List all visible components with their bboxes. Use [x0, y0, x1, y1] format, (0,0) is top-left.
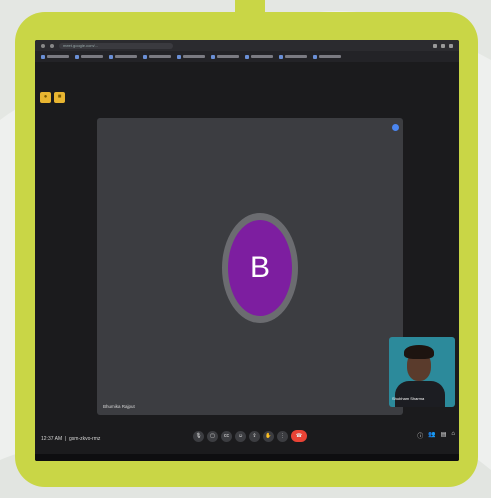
bookmark-item[interactable]: [279, 54, 307, 59]
frame-notch: [235, 0, 265, 14]
bookmark-icon: [279, 54, 283, 59]
participant-name: Bhumika Rajput: [103, 404, 135, 409]
info-icon[interactable]: ⓘ: [417, 431, 423, 440]
call-controls: 🎙 ▢ cc ☺ ⇪ ✋ ⋮ ☎: [193, 430, 307, 442]
activities-icon[interactable]: ⌂: [451, 431, 455, 440]
end-call-icon[interactable]: ☎: [291, 430, 307, 442]
self-video-hair: [404, 345, 434, 359]
bookmark-item[interactable]: [75, 54, 103, 59]
bookmark-item[interactable]: [109, 54, 137, 59]
profile-icon[interactable]: [441, 43, 445, 48]
bookmark-item[interactable]: [41, 54, 69, 59]
screen: meet.google.com/... ● ■ B Bhumika Rajput…: [35, 40, 459, 461]
back-icon[interactable]: [41, 43, 45, 48]
self-name: Shubham Sharma: [392, 396, 425, 401]
bookmark-icon: [245, 54, 249, 59]
raise-hand-icon[interactable]: ✋: [263, 430, 274, 442]
camera-icon[interactable]: ▢: [207, 430, 218, 442]
self-video: [395, 381, 445, 407]
browser-actions: [433, 43, 459, 48]
browser-tab-bar: meet.google.com/...: [35, 40, 459, 51]
mic-icon[interactable]: 🎙: [193, 430, 204, 442]
side-controls: ⓘ 👥 ▤ ⌂: [417, 431, 455, 440]
chat-icon[interactable]: ▤: [441, 431, 447, 440]
bookmark-item[interactable]: [245, 54, 273, 59]
pin-icon[interactable]: [392, 124, 399, 131]
bookmark-icon: [41, 54, 45, 59]
bookmarks-bar: [35, 51, 459, 62]
self-view-tile[interactable]: Shubham Sharma: [389, 337, 455, 407]
participant-tile: B Bhumika Rajput: [97, 118, 403, 415]
activities-indicator-icon[interactable]: ■: [54, 92, 65, 103]
meeting-time: 12:37 AM | gsm-zkvo-rmz: [41, 436, 101, 442]
bookmark-icon: [143, 54, 147, 59]
meeting-controls-bar: 12:37 AM | gsm-zkvo-rmz 🎙 ▢ cc ☺ ⇪ ✋ ⋮ ☎…: [35, 430, 459, 454]
recording-indicator-icon[interactable]: ●: [40, 92, 51, 103]
os-taskbar: [35, 454, 459, 461]
people-icon[interactable]: 👥: [428, 431, 435, 440]
bookmark-icon: [211, 54, 215, 59]
present-icon[interactable]: ⇪: [249, 430, 260, 442]
avatar: B: [228, 220, 292, 316]
reload-icon[interactable]: [50, 43, 54, 48]
meeting-code: gsm-zkvo-rmz: [69, 436, 101, 442]
menu-icon[interactable]: [449, 43, 453, 48]
captions-icon[interactable]: cc: [221, 430, 232, 442]
bookmark-item[interactable]: [211, 54, 239, 59]
bookmark-icon: [109, 54, 113, 59]
bookmark-item[interactable]: [177, 54, 205, 59]
more-icon[interactable]: ⋮: [277, 430, 288, 442]
bookmark-item[interactable]: [313, 54, 341, 59]
address-bar[interactable]: meet.google.com/...: [59, 42, 173, 49]
bookmark-icon: [75, 54, 79, 59]
clock-time: 12:37 AM: [41, 436, 63, 442]
bookmark-icon: [177, 54, 181, 59]
emoji-icon[interactable]: ☺: [235, 430, 246, 442]
bookmark-item[interactable]: [143, 54, 171, 59]
bookmark-icon: [313, 54, 317, 59]
extension-icon[interactable]: [433, 43, 437, 48]
